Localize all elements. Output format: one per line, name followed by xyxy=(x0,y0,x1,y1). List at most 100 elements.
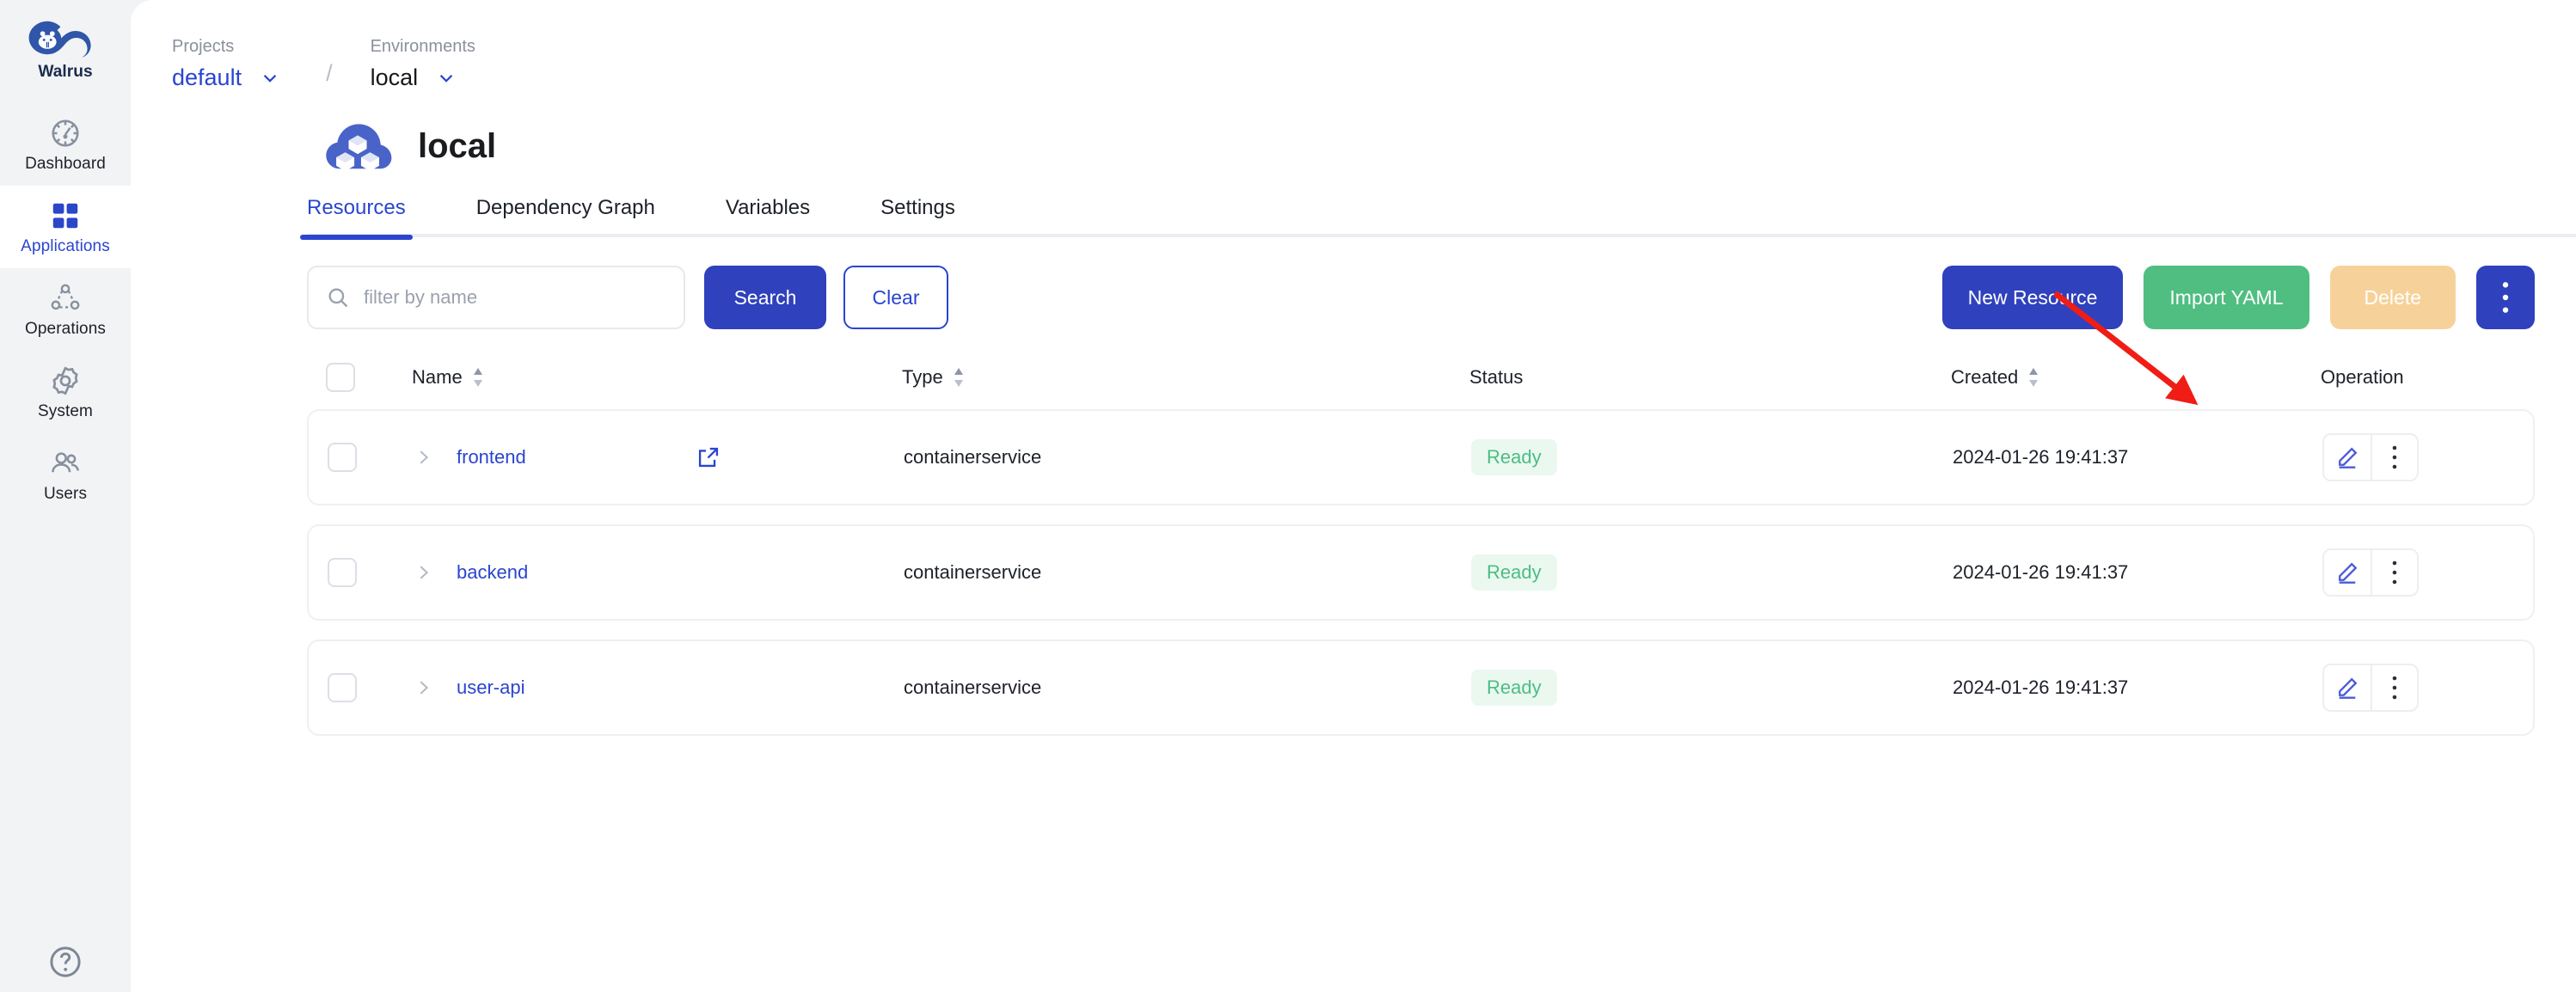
chevron-down-icon xyxy=(439,74,453,83)
brand-logo[interactable]: Walrus xyxy=(0,9,131,91)
column-header-name[interactable]: Name xyxy=(412,366,902,389)
external-link-icon[interactable] xyxy=(696,445,721,469)
search-button[interactable]: Search xyxy=(704,266,826,329)
clear-button[interactable]: Clear xyxy=(843,266,948,329)
breadcrumb-projects: Projects default xyxy=(172,38,279,89)
row-operation-cell xyxy=(2322,664,2533,712)
sidebar-item-label: Dashboard xyxy=(25,155,106,173)
row-created-cell: 2024-01-26 19:41:37 xyxy=(1953,678,2322,697)
sort-icon[interactable] xyxy=(952,366,966,389)
column-header-created[interactable]: Created xyxy=(1951,366,2321,389)
resource-name-link[interactable]: frontend xyxy=(457,448,526,467)
row-more-actions-button[interactable] xyxy=(2371,435,2417,480)
walrus-logo-icon xyxy=(28,21,91,58)
column-header-type[interactable]: Type xyxy=(902,366,1469,389)
row-more-actions-button[interactable] xyxy=(2371,665,2417,710)
tab-dependency-graph[interactable]: Dependency Graph xyxy=(476,198,655,237)
edit-resource-button[interactable] xyxy=(2324,435,2371,480)
column-header-label: Type xyxy=(902,366,943,388)
row-action-group xyxy=(2322,433,2419,481)
sidebar-item-users[interactable]: Users xyxy=(0,433,131,516)
edit-resource-button[interactable] xyxy=(2324,550,2371,595)
row-status-cell: Ready xyxy=(1471,439,1953,475)
sidebar-item-label: Operations xyxy=(25,320,106,338)
sidebar-item-label: Applications xyxy=(21,237,110,255)
import-yaml-button[interactable]: Import YAML xyxy=(2144,266,2309,329)
select-all-checkbox[interactable] xyxy=(326,363,355,392)
sidebar-help[interactable] xyxy=(0,944,131,980)
breadcrumb-environments-label: Environments xyxy=(370,37,475,56)
tabs: Resources Dependency Graph Variables Set… xyxy=(300,196,2576,240)
tab-variables[interactable]: Variables xyxy=(726,198,810,237)
tab-resources[interactable]: Resources xyxy=(300,196,413,240)
sidebar-nav: Dashboard Applications Operations System… xyxy=(0,103,131,516)
environment-selector-value: local xyxy=(370,64,419,90)
sidebar-item-applications[interactable]: Applications xyxy=(0,186,131,268)
row-checkbox[interactable] xyxy=(328,558,357,587)
row-checkbox[interactable] xyxy=(328,443,357,472)
environment-selector[interactable]: local xyxy=(371,66,475,89)
sort-icon[interactable] xyxy=(2027,366,2040,389)
resource-name-link[interactable]: backend xyxy=(457,563,528,582)
table-row[interactable]: user-api containerservice Ready 2024-01-… xyxy=(307,640,2535,736)
column-header-label: Name xyxy=(412,366,463,388)
delete-button[interactable]: Delete xyxy=(2329,266,2456,329)
expand-chevron-right-icon[interactable] xyxy=(414,448,432,467)
pencil-icon xyxy=(2339,677,2358,699)
expand-chevron-right-icon[interactable] xyxy=(414,678,432,697)
tab-label: Variables xyxy=(725,196,811,219)
project-selector-value: default xyxy=(172,64,242,90)
row-type-cell: containerservice xyxy=(904,678,1471,697)
table-row[interactable]: frontend containerservice Ready 2024-01-… xyxy=(307,409,2535,505)
environment-cloud-icon xyxy=(326,124,392,171)
tab-label: Resources xyxy=(307,196,406,219)
system-gear-icon xyxy=(52,366,78,395)
sidebar-item-label: Users xyxy=(43,485,88,503)
pencil-icon xyxy=(2339,562,2358,584)
more-actions-button[interactable] xyxy=(2476,266,2535,329)
main-content: Projects default / Environments local lo… xyxy=(131,0,2576,992)
row-select-cell xyxy=(328,443,414,472)
breadcrumb-environments: Environments local xyxy=(371,38,475,89)
created-timestamp: 2024-01-26 19:41:37 xyxy=(1953,561,2129,583)
sort-icon[interactable] xyxy=(471,366,485,389)
resource-type: containerservice xyxy=(904,677,1042,698)
resource-type: containerservice xyxy=(904,561,1042,583)
row-type-cell: containerservice xyxy=(904,563,1471,582)
project-selector[interactable]: default xyxy=(172,66,279,89)
page-header: local xyxy=(131,89,2576,186)
expand-chevron-right-icon[interactable] xyxy=(414,563,432,582)
resource-type: containerservice xyxy=(904,446,1042,468)
search-box[interactable] xyxy=(307,266,685,329)
users-icon xyxy=(52,452,79,473)
search-input[interactable] xyxy=(364,286,666,309)
sidebar-item-system[interactable]: System xyxy=(0,351,131,433)
new-resource-button[interactable]: New Resource xyxy=(1941,266,2124,329)
status-badge: Ready xyxy=(1471,439,1557,475)
sidebar-item-dashboard[interactable]: Dashboard xyxy=(0,103,131,186)
vertical-dots-icon xyxy=(2392,676,2397,700)
help-circle-icon xyxy=(50,946,81,977)
edit-resource-button[interactable] xyxy=(2324,665,2371,710)
table-row[interactable]: backend containerservice Ready 2024-01-2… xyxy=(307,524,2535,621)
row-select-cell xyxy=(328,673,414,702)
toolbar: Search Clear New Resource Import YAML De… xyxy=(131,237,2576,329)
applications-icon xyxy=(52,203,78,229)
vertical-dots-icon xyxy=(2502,282,2509,313)
created-timestamp: 2024-01-26 19:41:37 xyxy=(1953,446,2129,468)
select-all-cell xyxy=(326,363,412,392)
app-root: Walrus Dashboard Applications Operations… xyxy=(0,0,2576,992)
row-more-actions-button[interactable] xyxy=(2371,550,2417,595)
sidebar-item-operations[interactable]: Operations xyxy=(0,268,131,351)
row-select-cell xyxy=(328,558,414,587)
tab-settings[interactable]: Settings xyxy=(880,198,955,237)
page-title: local xyxy=(418,127,497,165)
created-timestamp: 2024-01-26 19:41:37 xyxy=(1953,677,2129,698)
search-icon xyxy=(328,288,348,308)
resource-name-link[interactable]: user-api xyxy=(457,678,524,697)
status-badge: Ready xyxy=(1471,670,1557,706)
tab-label: Dependency Graph xyxy=(475,196,655,219)
row-checkbox[interactable] xyxy=(328,673,357,702)
row-operation-cell xyxy=(2322,433,2533,481)
svg-text:Walrus: Walrus xyxy=(38,63,92,81)
